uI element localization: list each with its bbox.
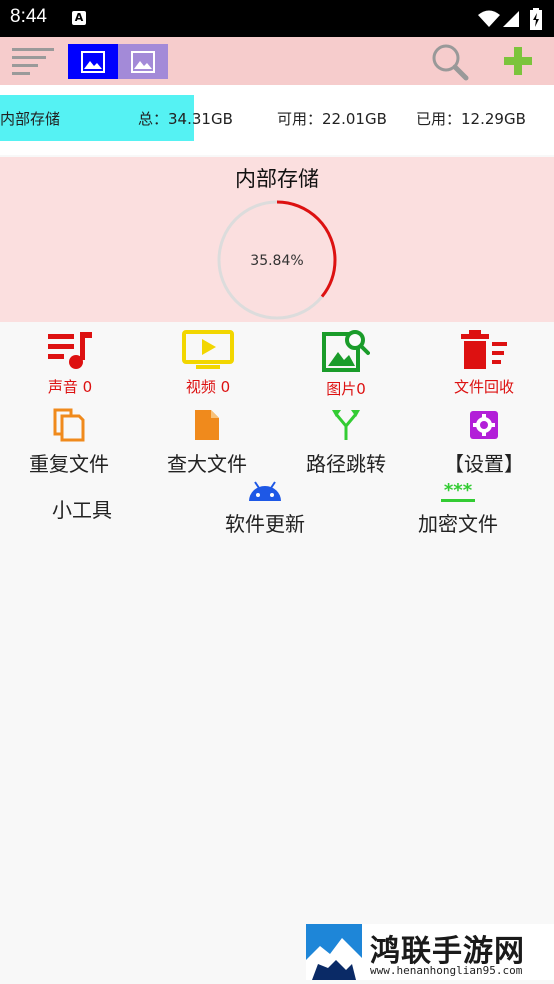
view-mode-button-secondary[interactable] xyxy=(118,44,168,79)
panel-title: 内部存储 xyxy=(235,167,319,191)
status-bar: 8:44 A xyxy=(0,0,554,37)
category-label: 文件回收 xyxy=(453,378,514,396)
duplicate-icon xyxy=(53,408,85,442)
category-audio[interactable]: 声音 0 xyxy=(10,330,130,397)
storage-name: 内部存储 xyxy=(0,110,61,128)
category-video[interactable]: 视频 0 xyxy=(148,330,268,397)
site-watermark: 鸿联手游网 www.henanhonglian95.com xyxy=(306,924,554,980)
category-label: 图片0 xyxy=(326,380,366,398)
watermark-logo-icon xyxy=(306,924,362,980)
category-recycle-bin[interactable]: 文件回收 xyxy=(424,330,544,397)
battery-icon xyxy=(530,8,542,30)
tool-duplicate-files[interactable]: 重复文件 xyxy=(0,408,138,477)
music-icon xyxy=(48,332,92,369)
storage-used: 已用：12.29GB xyxy=(416,110,526,128)
tool-label: 加密文件 xyxy=(418,512,498,536)
storage-panel[interactable]: 内部存储 35.84% xyxy=(0,157,554,322)
category-label: 视频 0 xyxy=(185,378,231,396)
storage-available: 可用：22.01GB xyxy=(277,110,387,128)
watermark-url: www.henanhonglian95.com xyxy=(370,964,523,977)
android-icon xyxy=(249,481,281,501)
tool-software-update[interactable]: 软件更新 xyxy=(196,480,334,537)
sort-menu-icon[interactable] xyxy=(12,46,56,78)
category-label: 声音 0 xyxy=(47,378,93,396)
tool-path-jump[interactable]: 路径跳转 xyxy=(277,408,415,477)
tool-label: 路径跳转 xyxy=(306,452,386,476)
notification-icon: A xyxy=(72,11,86,25)
tool-label: 重复文件 xyxy=(29,452,109,476)
plus-icon[interactable] xyxy=(502,45,534,77)
cellular-icon xyxy=(503,11,519,27)
usage-percent-label: 35.84% xyxy=(250,253,304,269)
tool-settings[interactable]: 【设置】 xyxy=(415,408,553,477)
small-tools-heading: 小工具 xyxy=(52,498,112,522)
category-images[interactable]: 图片0 xyxy=(286,328,406,399)
wifi-icon xyxy=(478,10,500,27)
tool-label: 【设置】 xyxy=(444,452,524,476)
image-view-icon xyxy=(81,51,105,73)
image-search-icon xyxy=(322,330,370,372)
view-mode-button-primary[interactable] xyxy=(68,44,118,79)
gear-icon xyxy=(470,411,498,439)
password-icon: *** xyxy=(441,480,475,502)
status-time: 8:44 xyxy=(10,6,47,27)
storage-summary-row[interactable]: 内部存储 总：34.31GB 可用：22.01GB 已用：12.29GB xyxy=(0,85,554,155)
svg-text:***: *** xyxy=(444,480,473,501)
file-icon xyxy=(195,410,219,440)
tool-label: 查大文件 xyxy=(167,452,247,476)
video-icon xyxy=(182,330,234,369)
storage-total: 总：34.31GB xyxy=(138,110,233,128)
search-icon[interactable] xyxy=(430,42,470,82)
top-toolbar xyxy=(0,37,554,85)
fork-icon xyxy=(332,410,360,440)
tool-large-files[interactable]: 查大文件 xyxy=(138,408,276,477)
recycle-bin-icon xyxy=(461,330,507,369)
tool-encrypted-files[interactable]: *** 加密文件 xyxy=(389,480,527,537)
tool-label: 软件更新 xyxy=(225,512,305,536)
image-view-icon xyxy=(131,51,155,73)
